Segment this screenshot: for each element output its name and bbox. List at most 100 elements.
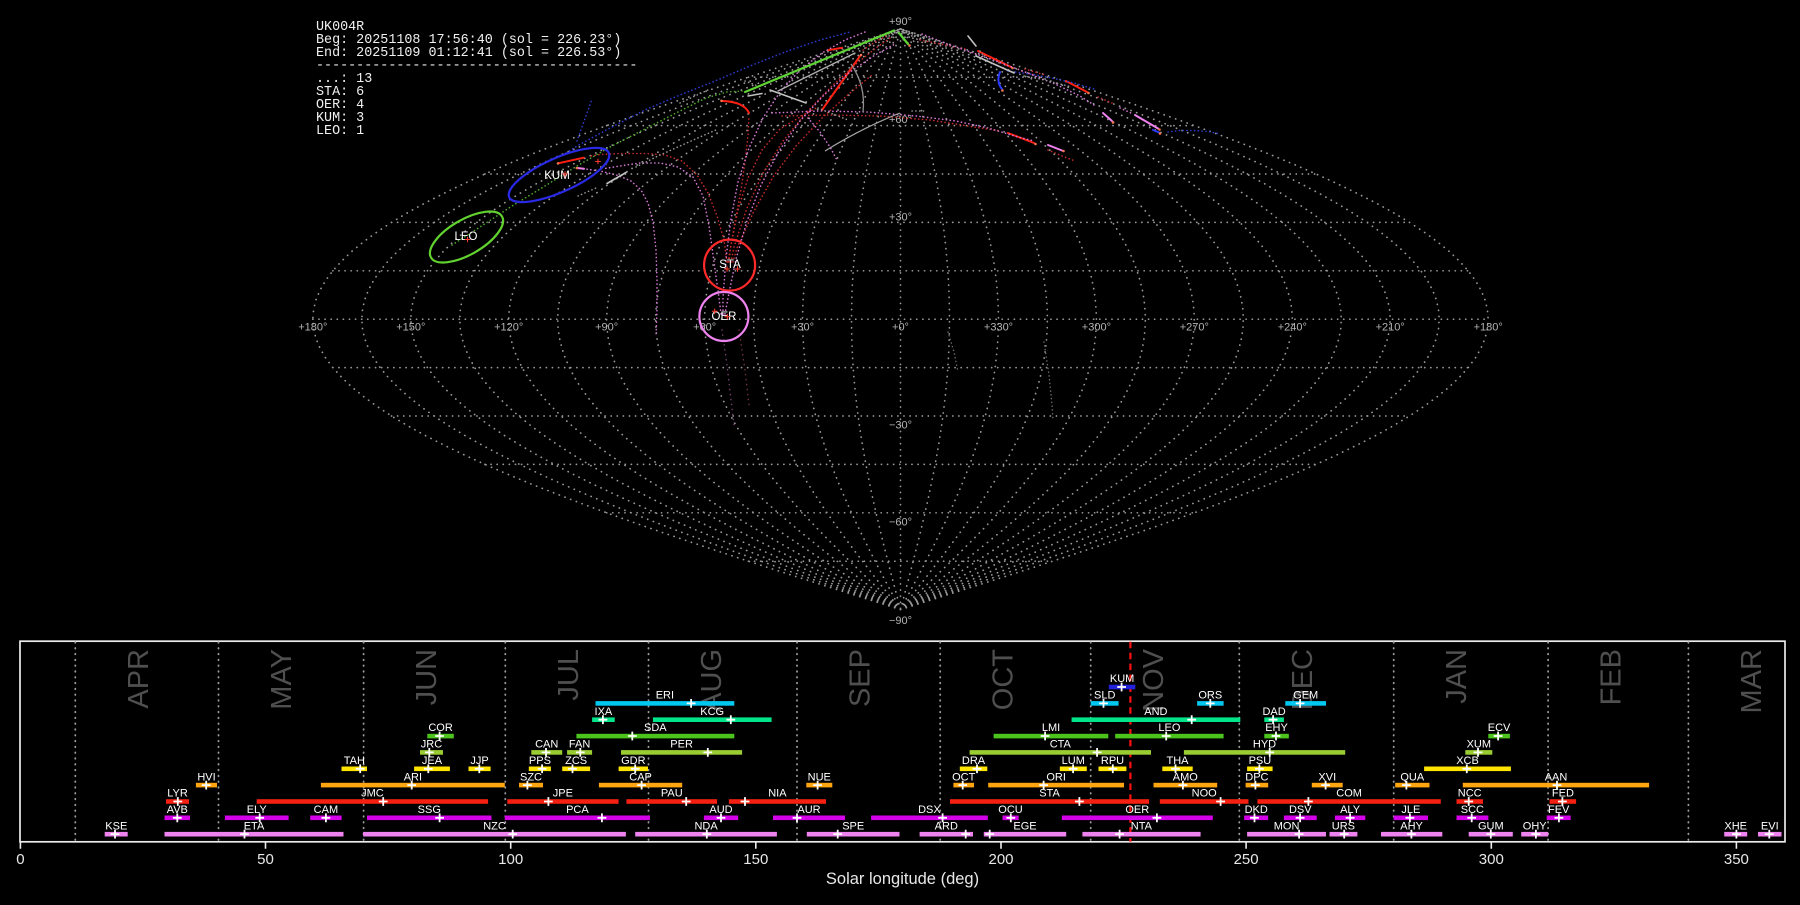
svg-text:AND: AND	[1144, 706, 1167, 718]
svg-text:ECV: ECV	[1488, 722, 1511, 734]
svg-text:SDA: SDA	[644, 722, 667, 734]
svg-text:GEM: GEM	[1293, 690, 1318, 702]
svg-text:NOV: NOV	[1138, 648, 1170, 712]
svg-text:50: 50	[257, 851, 274, 868]
svg-text:−90°: −90°	[889, 615, 912, 627]
svg-text:NCC: NCC	[1458, 788, 1482, 800]
svg-text:GUM: GUM	[1478, 820, 1504, 832]
svg-text:ZCS: ZCS	[565, 755, 587, 767]
svg-text:ALY: ALY	[1340, 804, 1361, 816]
svg-text:+330°: +330°	[984, 322, 1013, 334]
svg-text:PCA: PCA	[566, 804, 589, 816]
svg-text:HYD: HYD	[1253, 739, 1276, 751]
svg-text:ELY: ELY	[247, 804, 268, 816]
svg-text:CAN: CAN	[535, 739, 558, 751]
svg-text:FEB: FEB	[1596, 649, 1628, 705]
svg-text:XHE: XHE	[1724, 820, 1747, 832]
svg-text:150: 150	[743, 851, 768, 868]
svg-text:EGE: EGE	[1013, 820, 1036, 832]
svg-text:JMC: JMC	[361, 788, 384, 800]
svg-text:+210°: +210°	[1376, 322, 1405, 334]
svg-text:JUN: JUN	[411, 649, 443, 705]
svg-text:Solar longitude (deg): Solar longitude (deg)	[826, 870, 979, 888]
svg-text:ERI: ERI	[656, 690, 674, 702]
svg-text:LEO: 1: LEO: 1	[316, 124, 364, 139]
svg-text:+180°: +180°	[298, 322, 327, 334]
svg-text:COM: COM	[1336, 788, 1362, 800]
svg-text:+150°: +150°	[396, 322, 425, 334]
svg-text:CAP: CAP	[629, 771, 652, 783]
svg-text:RPU: RPU	[1101, 755, 1124, 767]
svg-text:KUM: KUM	[1110, 673, 1134, 685]
svg-text:JPE: JPE	[553, 788, 573, 800]
svg-text:FAN: FAN	[569, 739, 590, 751]
svg-text:OER: OER	[712, 311, 737, 323]
svg-text:OER: OER	[1125, 804, 1149, 816]
svg-text:HVI: HVI	[197, 771, 215, 783]
svg-text:DSX: DSX	[918, 804, 941, 816]
svg-text:+300°: +300°	[1082, 322, 1111, 334]
svg-text:THA: THA	[1167, 755, 1190, 767]
svg-text:NZC: NZC	[483, 820, 506, 832]
svg-text:NUE: NUE	[808, 771, 831, 783]
svg-text:+240°: +240°	[1278, 322, 1307, 334]
svg-text:FED: FED	[1552, 788, 1574, 800]
svg-text:0: 0	[16, 851, 24, 868]
svg-text:+30°: +30°	[791, 322, 814, 334]
svg-text:PPS: PPS	[529, 755, 551, 767]
svg-text:SZC: SZC	[520, 771, 542, 783]
svg-text:GDR: GDR	[621, 755, 646, 767]
svg-text:+270°: +270°	[1180, 322, 1209, 334]
svg-text:AAN: AAN	[1545, 771, 1568, 783]
svg-text:+30°: +30°	[889, 212, 912, 224]
svg-text:EHY: EHY	[1265, 722, 1288, 734]
svg-text:STA: STA	[1039, 788, 1060, 800]
svg-text:SPE: SPE	[842, 820, 864, 832]
svg-text:JRC: JRC	[421, 739, 442, 751]
svg-text:LYR: LYR	[167, 788, 188, 800]
svg-text:LUM: LUM	[1062, 755, 1085, 767]
svg-text:AHY: AHY	[1400, 820, 1423, 832]
svg-text:SEP: SEP	[845, 649, 877, 707]
svg-text:+90°: +90°	[595, 322, 618, 334]
svg-text:DAD: DAD	[1262, 706, 1285, 718]
svg-text:350: 350	[1724, 851, 1749, 868]
svg-text:AUD: AUD	[709, 804, 732, 816]
svg-text:MAR: MAR	[1736, 649, 1768, 713]
svg-text:JJP: JJP	[470, 755, 488, 767]
svg-text:XUM: XUM	[1467, 739, 1491, 751]
svg-text:XCB: XCB	[1456, 755, 1479, 767]
svg-text:XVI: XVI	[1318, 771, 1336, 783]
svg-text:200: 200	[988, 851, 1013, 868]
svg-text:JLE: JLE	[1401, 804, 1420, 816]
svg-text:NOO: NOO	[1192, 788, 1218, 800]
svg-text:+180°: +180°	[1474, 322, 1503, 334]
svg-text:DPC: DPC	[1245, 771, 1268, 783]
svg-text:100: 100	[498, 851, 523, 868]
svg-text:NTA: NTA	[1131, 820, 1153, 832]
svg-text:−60°: −60°	[889, 517, 912, 529]
svg-text:ARI: ARI	[404, 771, 422, 783]
svg-text:TAH: TAH	[344, 755, 365, 767]
svg-text:ETA: ETA	[244, 820, 265, 832]
svg-text:+90°: +90°	[889, 16, 912, 28]
svg-text:NIA: NIA	[768, 788, 787, 800]
svg-text:−30°: −30°	[889, 419, 912, 431]
svg-text:CTA: CTA	[1050, 739, 1072, 751]
svg-text:DSV: DSV	[1289, 804, 1312, 816]
svg-text:DRA: DRA	[962, 755, 986, 767]
svg-text:SCC: SCC	[1461, 804, 1484, 816]
svg-text:PER: PER	[670, 739, 693, 751]
svg-text:+0°: +0°	[892, 322, 909, 334]
svg-text:AMO: AMO	[1173, 771, 1199, 783]
svg-text:PAU: PAU	[661, 788, 683, 800]
svg-text:IXA: IXA	[595, 706, 613, 718]
svg-text:JEA: JEA	[422, 755, 443, 767]
svg-text:URS: URS	[1332, 820, 1355, 832]
svg-text:JAN: JAN	[1441, 649, 1473, 704]
svg-text:JUL: JUL	[553, 649, 585, 701]
svg-text:ORI: ORI	[1046, 771, 1066, 783]
svg-text:250: 250	[1234, 851, 1259, 868]
svg-text:QUA: QUA	[1400, 771, 1425, 783]
svg-text:+120°: +120°	[494, 322, 523, 334]
